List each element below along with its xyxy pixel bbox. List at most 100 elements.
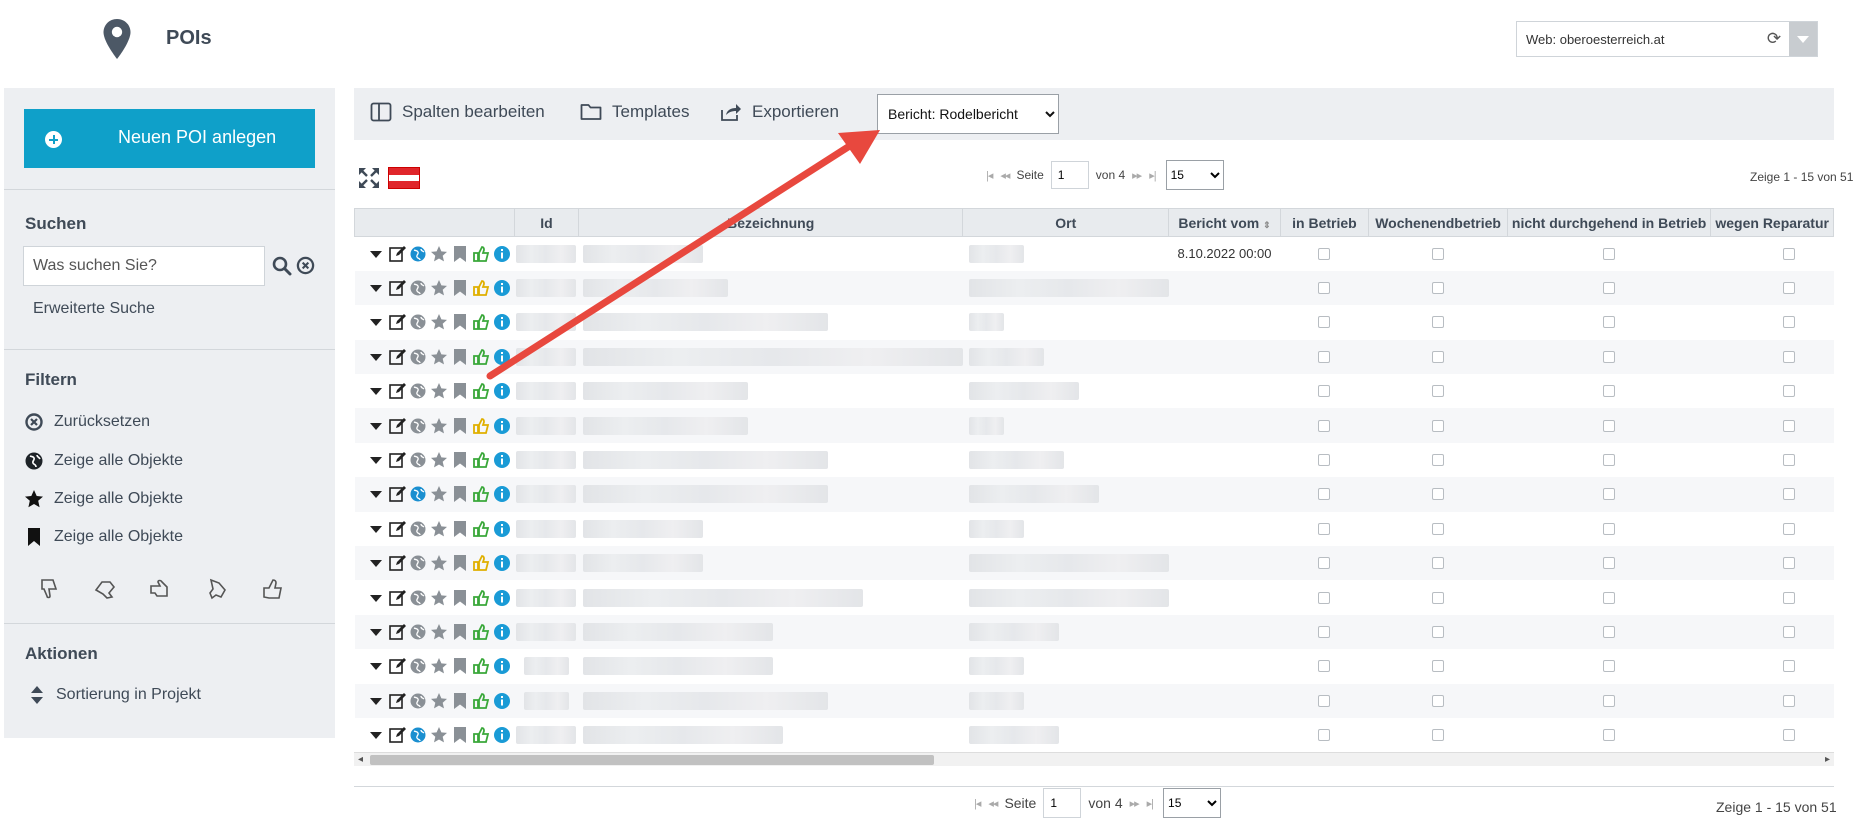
info-icon[interactable]	[493, 245, 511, 263]
prev-page-icon[interactable]: ◂◂	[988, 797, 998, 810]
checkbox[interactable]	[1318, 282, 1331, 295]
thumb-icon[interactable]	[472, 279, 490, 297]
checkbox[interactable]	[1782, 591, 1795, 604]
col-place[interactable]: Ort	[962, 208, 1170, 237]
checkbox[interactable]	[1432, 247, 1445, 260]
caret-down-icon[interactable]	[367, 554, 385, 572]
star-icon[interactable]	[430, 520, 448, 538]
first-page-icon[interactable]: |◂	[974, 797, 981, 810]
checkbox[interactable]	[1782, 316, 1795, 329]
filter-globe[interactable]: Zeige alle Objekte	[24, 451, 183, 471]
caret-down-icon[interactable]	[367, 348, 385, 366]
edit-icon[interactable]	[388, 692, 406, 710]
checkbox[interactable]	[1432, 282, 1445, 295]
table-row[interactable]	[354, 683, 1834, 718]
checkbox[interactable]	[1782, 247, 1795, 260]
star-icon[interactable]	[430, 245, 448, 263]
page-size-select[interactable]: 15	[1165, 160, 1224, 190]
table-row[interactable]	[354, 408, 1834, 443]
edit-icon[interactable]	[388, 245, 406, 263]
checkbox[interactable]	[1432, 350, 1445, 363]
checkbox[interactable]	[1318, 729, 1331, 742]
globe-icon[interactable]	[409, 382, 427, 400]
checkbox[interactable]	[1782, 557, 1795, 570]
star-icon[interactable]	[430, 692, 448, 710]
bookmark-icon[interactable]	[451, 589, 469, 607]
checkbox[interactable]	[1782, 522, 1795, 535]
globe-icon[interactable]	[409, 692, 427, 710]
edit-icon[interactable]	[388, 313, 406, 331]
checkbox[interactable]	[1782, 454, 1795, 467]
templates-button[interactable]: Templates	[580, 102, 689, 122]
checkbox[interactable]	[1603, 385, 1616, 398]
checkbox[interactable]	[1603, 694, 1616, 707]
info-icon[interactable]	[493, 589, 511, 607]
checkbox[interactable]	[1432, 385, 1445, 398]
thumb-icon[interactable]	[472, 245, 490, 263]
scroll-right-icon[interactable]: ▸	[1825, 754, 1830, 765]
checkbox[interactable]	[1318, 522, 1331, 535]
last-page-icon[interactable]: ▸|	[1147, 797, 1154, 810]
star-icon[interactable]	[430, 589, 448, 607]
caret-down-icon[interactable]	[367, 485, 385, 503]
globe-icon[interactable]	[409, 245, 427, 263]
checkbox[interactable]	[1432, 591, 1445, 604]
info-icon[interactable]	[493, 417, 511, 435]
info-icon[interactable]	[493, 313, 511, 331]
star-icon[interactable]	[430, 451, 448, 469]
thumb-icon[interactable]	[472, 451, 490, 469]
austria-flag-icon[interactable]	[388, 167, 420, 189]
col-in-operation[interactable]: in Betrieb	[1279, 208, 1370, 237]
edit-icon[interactable]	[388, 520, 406, 538]
bookmark-icon[interactable]	[451, 313, 469, 331]
checkbox[interactable]	[1603, 522, 1616, 535]
info-icon[interactable]	[493, 279, 511, 297]
info-icon[interactable]	[493, 520, 511, 538]
star-icon[interactable]	[430, 348, 448, 366]
checkbox[interactable]	[1432, 625, 1445, 638]
edit-icon[interactable]	[388, 657, 406, 675]
info-icon[interactable]	[493, 623, 511, 641]
checkbox[interactable]	[1318, 247, 1331, 260]
checkbox[interactable]	[1432, 557, 1445, 570]
star-icon[interactable]	[430, 417, 448, 435]
bookmark-icon[interactable]	[451, 245, 469, 263]
page-size-select[interactable]: 15	[1163, 788, 1222, 818]
info-icon[interactable]	[493, 692, 511, 710]
checkbox[interactable]	[1603, 591, 1616, 604]
edit-icon[interactable]	[388, 417, 406, 435]
star-icon[interactable]	[430, 657, 448, 675]
bookmark-icon[interactable]	[451, 726, 469, 744]
globe-icon[interactable]	[409, 589, 427, 607]
caret-down-icon[interactable]	[367, 657, 385, 675]
bookmark-icon[interactable]	[451, 348, 469, 366]
bookmark-icon[interactable]	[451, 279, 469, 297]
next-page-icon[interactable]: ▸▸	[1130, 797, 1140, 810]
thumb-icon[interactable]	[472, 623, 490, 641]
globe-icon[interactable]	[409, 417, 427, 435]
checkbox[interactable]	[1318, 694, 1331, 707]
web-selector[interactable]: Web: oberoesterreich.at ⟳	[1516, 21, 1818, 57]
thumb-icon[interactable]	[472, 657, 490, 675]
edit-icon[interactable]	[388, 348, 406, 366]
table-row[interactable]	[354, 614, 1834, 650]
filter-star[interactable]: Zeige alle Objekte	[24, 489, 183, 509]
checkbox[interactable]	[1318, 591, 1331, 604]
checkbox[interactable]	[1318, 385, 1331, 398]
edit-columns-button[interactable]: Spalten bearbeiten	[370, 102, 545, 122]
checkbox[interactable]	[1782, 350, 1795, 363]
table-row[interactable]	[355, 649, 1834, 683]
checkbox[interactable]	[1782, 729, 1795, 742]
edit-icon[interactable]	[388, 382, 406, 400]
bookmark-icon[interactable]	[451, 485, 469, 503]
table-row[interactable]	[354, 477, 1834, 512]
star-icon[interactable]	[430, 382, 448, 400]
thumb-icon[interactable]	[472, 554, 490, 572]
thumb-icon[interactable]	[472, 589, 490, 607]
globe-icon[interactable]	[409, 451, 427, 469]
checkbox[interactable]	[1318, 316, 1331, 329]
caret-down-icon[interactable]	[367, 451, 385, 469]
thumb-icon[interactable]	[472, 313, 490, 331]
checkbox[interactable]	[1318, 454, 1331, 467]
table-row[interactable]	[355, 374, 1834, 408]
